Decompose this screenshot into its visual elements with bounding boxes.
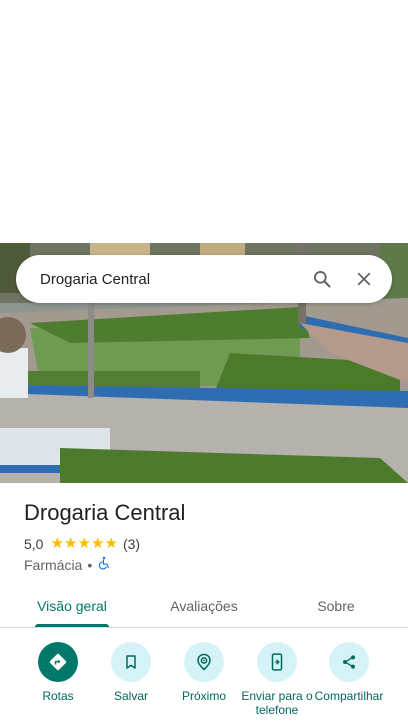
category-row: Farmácia • — [24, 556, 111, 573]
review-count[interactable]: (3) — [123, 536, 140, 552]
directions-label: Rotas — [42, 689, 74, 703]
search-bar[interactable]: Drogaria Central — [16, 255, 392, 303]
save-label: Salvar — [113, 689, 148, 703]
nearby-button[interactable]: Próximo — [167, 642, 241, 703]
send-to-phone-button[interactable]: Enviar para o telefone — [240, 642, 314, 717]
directions-icon — [38, 642, 78, 682]
active-tab-indicator — [35, 624, 109, 627]
share-button[interactable]: Compartilhar — [312, 642, 386, 703]
tab-bar: Visão geral Avaliações Sobre — [0, 585, 408, 628]
place-category: Farmácia — [24, 556, 83, 573]
send-to-phone-icon — [257, 642, 297, 682]
star-icon: ★ — [77, 535, 91, 552]
star-rating: ★ ★ ★ ★ ★ — [50, 536, 118, 552]
send-to-phone-label: Enviar para o telefone — [241, 689, 313, 717]
separator-dot: • — [87, 556, 93, 573]
bookmark-icon — [111, 642, 151, 682]
share-icon — [329, 642, 369, 682]
star-icon: ★ — [90, 535, 105, 552]
nearby-icon — [184, 642, 224, 682]
star-icon: ★ — [63, 535, 78, 552]
close-icon[interactable] — [346, 261, 382, 297]
map-area-blank — [0, 0, 408, 243]
tab-reviews[interactable]: Avaliações — [156, 585, 252, 627]
search-input[interactable]: Drogaria Central — [40, 271, 304, 288]
wheelchair-accessible-icon — [97, 556, 111, 573]
save-button[interactable]: Salvar — [94, 642, 168, 703]
star-icon: ★ — [104, 535, 118, 552]
rating-value: 5,0 — [24, 536, 44, 552]
tab-about[interactable]: Sobre — [288, 585, 384, 627]
place-title: Drogaria Central — [24, 500, 186, 525]
share-label: Compartilhar — [314, 689, 384, 703]
star-icon: ★ — [50, 535, 64, 552]
search-icon[interactable] — [304, 261, 340, 297]
tab-overview[interactable]: Visão geral — [24, 585, 120, 627]
directions-button[interactable]: Rotas — [21, 642, 95, 703]
nearby-label: Próximo — [181, 689, 226, 703]
rating-row[interactable]: 5,0 ★ ★ ★ ★ ★ (3) — [24, 536, 140, 553]
